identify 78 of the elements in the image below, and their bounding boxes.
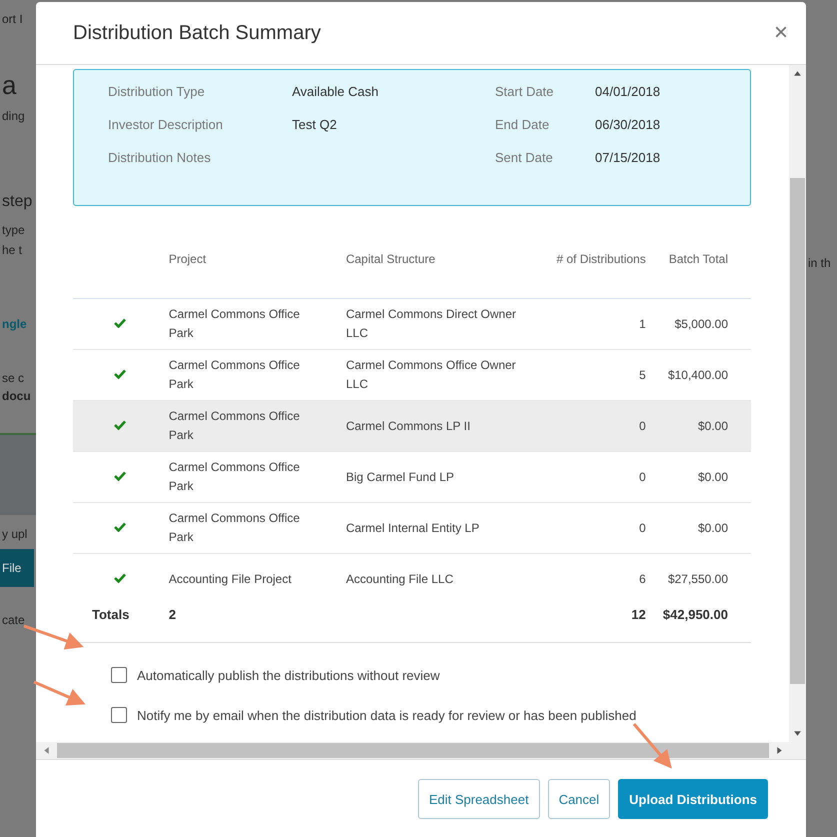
annotation-arrow — [33, 680, 86, 706]
table-row[interactable]: Carmel Commons Office Park Carmel Internal Entity LP 0 $0.00 — [73, 502, 751, 554]
table-row[interactable]: Carmel Commons Office Park Carmel Commons LP II 0 $0.00 — [73, 400, 751, 452]
table-cell: 0 — [639, 418, 646, 432]
annotation-arrow — [24, 624, 84, 650]
total-cell: $42,950.00 — [662, 607, 728, 622]
text: y upl — [1, 527, 28, 541]
totals-label: Totals — [92, 607, 130, 622]
total-cell: 12 — [631, 607, 646, 622]
column-header: Project — [168, 252, 208, 266]
table-cell: $0.00 — [698, 418, 728, 432]
column-header: Capital Structure — [346, 252, 436, 266]
table-cell: $27,550.00 — [668, 572, 728, 586]
table-cell: Accounting File LLC — [346, 572, 454, 586]
field-label: Investor Description — [108, 117, 224, 134]
table-cell: Carmel Commons Direct Owner LLC — [346, 307, 516, 340]
vertical-scrollbar[interactable] — [789, 65, 806, 742]
button[interactable]: Edit Spreadsheet — [418, 779, 540, 819]
table-cell: 6 — [639, 572, 646, 586]
scroll-left-icon[interactable] — [42, 746, 51, 755]
column-header: # of Distributions — [556, 252, 646, 266]
page-heading: a — [1, 70, 18, 101]
checkbox-label[interactable]: Notify me by email when the distribution data is ready for review or has been published — [137, 708, 636, 722]
table-cell: 5 — [639, 368, 646, 382]
table-cell: $0.00 — [698, 520, 728, 534]
scroll-down-icon[interactable] — [793, 729, 802, 738]
text: docu — [1, 389, 32, 403]
field-value: Test Q2 — [292, 117, 337, 134]
text: ort I — [1, 12, 24, 26]
field-value: 06/30/2018 — [595, 117, 660, 134]
table-cell: Carmel Commons LP II — [346, 418, 470, 432]
field-value: 07/15/2018 — [595, 150, 660, 167]
field-value: 04/01/2018 — [595, 84, 660, 101]
table-cell: Carmel Internal Entity LP — [346, 520, 480, 534]
table-row[interactable]: Carmel Commons Office Park Big Carmel Fund LP 0 $0.00 — [73, 452, 751, 502]
total-cell-text: 2 — [168, 606, 177, 624]
table-cell-text: Carmel Commons Office Park — [168, 306, 301, 342]
table-cell-text: Carmel Commons Office Park — [168, 510, 301, 546]
table-cell-text: Carmel Commons Office Park — [168, 357, 301, 393]
field-label: Start Date — [495, 84, 555, 101]
field-label: Sent Date — [495, 150, 554, 167]
table-cell: 0 — [639, 470, 646, 484]
scroll-right-icon[interactable] — [775, 746, 784, 755]
table-row[interactable]: Carmel Commons Office Park Carmel Commons Direct Owner LLC 1 $5,000.00 — [73, 298, 751, 350]
annotation-arrow — [632, 723, 672, 769]
field-label: End Date — [495, 117, 550, 134]
table-cell: Carmel Commons Office Owner LLC — [346, 358, 516, 391]
section-heading: step — [1, 193, 34, 211]
button[interactable]: Cancel — [548, 779, 610, 819]
scroll-up-icon[interactable] — [793, 69, 802, 78]
text: ding — [1, 109, 26, 123]
text: se c — [1, 371, 26, 385]
checkbox[interactable] — [111, 667, 127, 683]
table-cell: Big Carmel Fund LP — [346, 470, 454, 484]
text: cate — [1, 613, 26, 627]
button[interactable]: Upload Distributions — [618, 779, 768, 819]
text: he t — [1, 243, 24, 257]
horizontal-scrollbar[interactable] — [36, 742, 806, 759]
table-cell-text: Carmel Commons Office Park — [168, 408, 301, 444]
table-cell: 0 — [639, 520, 646, 534]
column-header: Batch Total — [668, 252, 728, 266]
field-label: Distribution Notes — [108, 150, 212, 167]
field-value: Available Cash — [292, 84, 378, 101]
file-button[interactable]: File — [0, 549, 34, 587]
table-cell-text: Accounting File Project — [168, 570, 292, 588]
checkbox[interactable] — [111, 707, 127, 723]
table-cell: $0.00 — [698, 470, 728, 484]
table-row[interactable]: Accounting File Project Accounting File LLC 6 $27,550.00 — [73, 554, 751, 604]
table-cell-text: Carmel Commons Office Park — [168, 459, 301, 495]
checkbox-label[interactable]: Automatically publish the distributions without review — [137, 668, 440, 682]
table-cell: $10,400.00 — [668, 368, 728, 382]
table-cell: 1 — [639, 316, 646, 330]
close-button[interactable]: × — [772, 19, 790, 47]
table-cell: $5,000.00 — [674, 316, 728, 330]
field-label: Distribution Type — [108, 84, 206, 101]
text: in th — [807, 256, 832, 270]
dialog-title: Distribution Batch Summary — [73, 22, 321, 44]
text: type — [1, 223, 26, 237]
